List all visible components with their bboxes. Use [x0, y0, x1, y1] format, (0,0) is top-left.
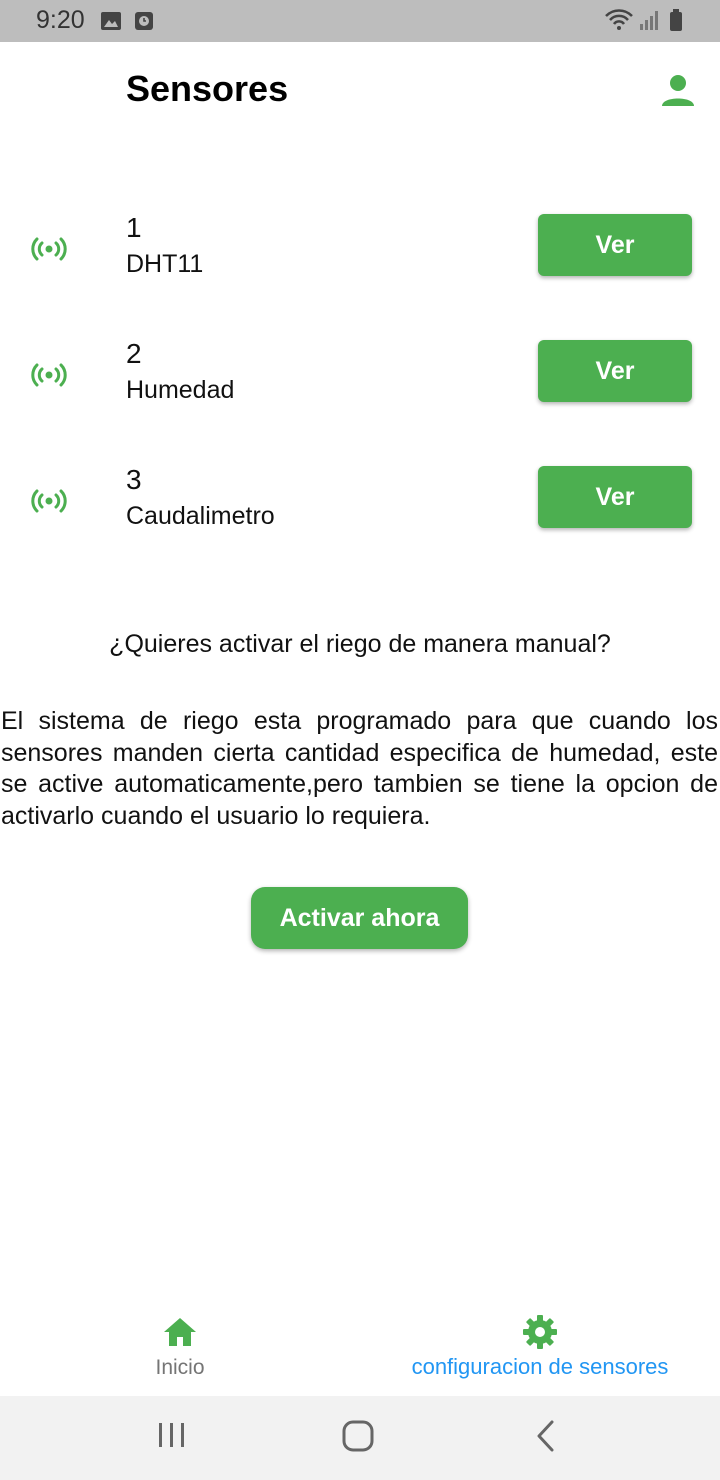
- sensor-signal-icon: [28, 236, 70, 267]
- sensor-signal-icon: [28, 488, 70, 519]
- system-nav-bar: [0, 1396, 720, 1480]
- status-bar: 9:20: [0, 0, 720, 42]
- nav-label-inicio: Inicio: [155, 1356, 205, 1379]
- view-sensor-button[interactable]: Ver: [538, 340, 692, 402]
- home-button-icon[interactable]: [340, 1418, 376, 1459]
- sensor-id: 1: [126, 212, 142, 243]
- bottom-nav: Inicio configuracion de sensores: [0, 1300, 720, 1396]
- sensor-name: Caudalimetro: [126, 502, 275, 530]
- image-icon: [100, 10, 122, 37]
- activate-now-button[interactable]: Activar ahora: [251, 887, 468, 949]
- sensor-name: Humedad: [126, 376, 235, 404]
- nav-item-inicio[interactable]: Inicio: [0, 1300, 360, 1396]
- view-sensor-button[interactable]: Ver: [538, 214, 692, 276]
- signal-icon: [638, 9, 660, 36]
- sensor-row: 2 Humedad Ver: [0, 338, 720, 438]
- view-sensor-button[interactable]: Ver: [538, 466, 692, 528]
- battery-icon: [668, 8, 684, 37]
- page-title: Sensores: [126, 68, 289, 109]
- status-time: 9:20: [36, 6, 85, 34]
- gear-icon: [522, 1314, 558, 1355]
- wifi-icon: [604, 8, 634, 37]
- manual-description: El sistema de riego esta programado para…: [1, 707, 718, 830]
- sensor-name: DHT11: [126, 250, 204, 278]
- nav-label-configuracion: configuracion de sensores: [411, 1354, 669, 1379]
- nav-item-configuracion[interactable]: configuracion de sensores: [360, 1300, 720, 1396]
- manual-question: ¿Quieres activar el riego de manera manu…: [109, 630, 611, 658]
- sensor-id: 2: [126, 338, 142, 369]
- sensor-signal-icon: [28, 362, 70, 393]
- sensor-id: 3: [126, 464, 142, 495]
- back-icon[interactable]: [532, 1418, 560, 1459]
- sensor-row: 3 Caudalimetro Ver: [0, 464, 720, 564]
- recent-apps-icon[interactable]: [156, 1418, 188, 1457]
- clock-icon: [134, 10, 154, 37]
- home-icon: [162, 1316, 198, 1353]
- person-icon[interactable]: [660, 74, 696, 113]
- sensor-row: 1 DHT11 Ver: [0, 212, 720, 312]
